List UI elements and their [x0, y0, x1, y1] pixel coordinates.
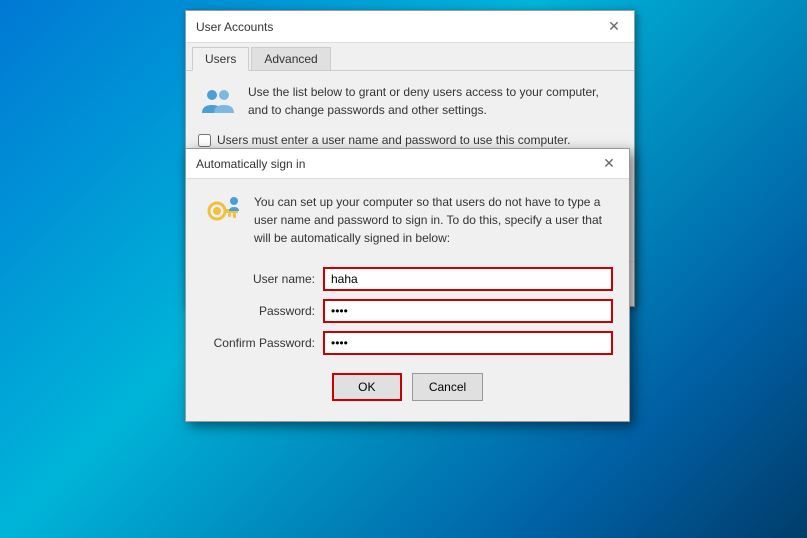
- tab-users[interactable]: Users: [192, 47, 249, 71]
- tab-advanced[interactable]: Advanced: [251, 47, 330, 70]
- password-input[interactable]: [323, 299, 613, 323]
- user-accounts-titlebar: User Accounts ✕: [186, 11, 634, 43]
- autosign-title: Automatically sign in: [196, 157, 305, 171]
- autosign-description: You can set up your computer so that use…: [254, 193, 613, 247]
- confirm-password-row: Confirm Password:: [202, 327, 613, 359]
- checkbox-row: Users must enter a user name and passwor…: [198, 133, 622, 147]
- users-icon: [198, 83, 238, 123]
- users-must-login-checkbox[interactable]: [198, 134, 211, 147]
- autosign-close-button[interactable]: ✕: [599, 154, 619, 174]
- autosign-footer: OK Cancel: [202, 373, 613, 407]
- confirm-password-input[interactable]: [323, 331, 613, 355]
- autosign-info-row: You can set up your computer so that use…: [202, 193, 613, 247]
- user-accounts-title: User Accounts: [196, 20, 273, 34]
- password-row: Password:: [202, 295, 613, 327]
- credentials-form: User name: Password: Confirm Password:: [202, 263, 613, 359]
- key-icon: [202, 193, 242, 233]
- autosign-body: You can set up your computer so that use…: [186, 179, 629, 421]
- autosign-titlebar: Automatically sign in ✕: [186, 149, 629, 179]
- info-description: Use the list below to grant or deny user…: [248, 83, 622, 119]
- username-label: User name:: [202, 263, 323, 295]
- username-input[interactable]: [323, 267, 613, 291]
- username-row: User name:: [202, 263, 613, 295]
- autosign-ok-button[interactable]: OK: [332, 373, 402, 401]
- autosign-dialog: Automatically sign in ✕ You can set up y…: [185, 148, 630, 422]
- autosign-cancel-button[interactable]: Cancel: [412, 373, 483, 401]
- checkbox-label: Users must enter a user name and passwor…: [217, 133, 571, 147]
- info-row: Use the list below to grant or deny user…: [198, 83, 622, 123]
- confirm-password-label: Confirm Password:: [202, 327, 323, 359]
- tabs-bar: Users Advanced: [186, 43, 634, 71]
- password-label: Password:: [202, 295, 323, 327]
- user-accounts-close-button[interactable]: ✕: [604, 17, 624, 37]
